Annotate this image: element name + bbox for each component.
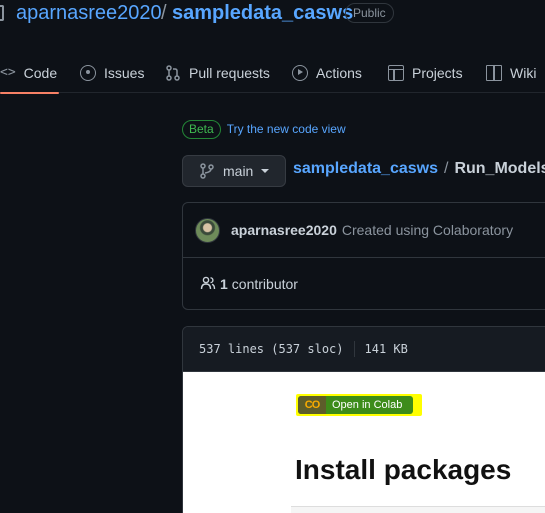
file-line-count: 537 lines (537 sloc) [199, 342, 344, 356]
repo-header: aparnasree2020 / sampledata_casws Public [0, 0, 545, 28]
notebook-heading: Install packages [295, 454, 512, 485]
people-icon [200, 275, 216, 294]
branch-select-button[interactable]: main [182, 155, 286, 187]
contributor-count: 1 [220, 276, 228, 292]
repo-name-link[interactable]: sampledata_casws [172, 2, 353, 25]
tab-wiki[interactable]: Wiki [486, 52, 536, 93]
repo-path-separator: / [161, 2, 167, 24]
code-icon: <> [0, 64, 16, 80]
repo-owner-link[interactable]: aparnasree2020 [16, 2, 162, 25]
open-in-colab-label: Open in Colab [332, 399, 403, 411]
book-icon [486, 64, 502, 81]
play-icon [292, 64, 308, 81]
breadcrumb-file-name: Run_Models_c [454, 160, 545, 177]
beta-badge: Beta [182, 119, 221, 139]
file-breadcrumb: sampledata_casws / Run_Models_c [293, 160, 545, 178]
file-viewer: 537 lines (537 sloc) 141 KB CO Open in C… [182, 326, 545, 513]
git-branch-icon [199, 163, 215, 179]
branch-name: main [223, 163, 254, 179]
try-new-code-view-link[interactable]: Try the new code view [227, 122, 346, 136]
file-info-bar: 537 lines (537 sloc) 141 KB [183, 327, 545, 372]
tab-code[interactable]: <> Code [0, 52, 60, 94]
file-info-divider [353, 341, 355, 357]
repo-nav-tabs: <> Code Issues Pull requests Actions Pro… [0, 52, 545, 94]
commit-row: aparnasree2020 Created using Colaborator… [183, 203, 545, 258]
pull-request-icon [165, 64, 181, 81]
commit-message[interactable]: Created using Colaboratory [342, 222, 513, 238]
tab-wiki-label: Wiki [510, 64, 537, 81]
tab-pull-requests[interactable]: Pull requests [165, 52, 270, 93]
colab-badge: CO Open in Colab [298, 396, 413, 414]
colab-logo-icon: CO [298, 396, 326, 414]
contributors-row[interactable]: 1 contributor [183, 258, 545, 310]
file-size: 141 KB [364, 342, 408, 356]
latest-commit-box: aparnasree2020 Created using Colaborator… [182, 202, 545, 310]
tab-code-label: Code [23, 64, 58, 81]
repo-icon [0, 5, 4, 21]
tab-projects-label: Projects [412, 64, 463, 81]
tab-actions-label: Actions [316, 64, 362, 81]
contributor-label: contributor [231, 276, 298, 292]
open-in-colab-button[interactable]: CO Open in Colab [296, 394, 422, 416]
table-icon [388, 64, 404, 81]
issue-icon [80, 64, 96, 81]
notebook-render: CO Open in Colab Install packages [183, 372, 545, 513]
tab-issues-label: Issues [104, 64, 145, 81]
tab-actions[interactable]: Actions [292, 52, 362, 93]
breadcrumb-repo-link[interactable]: sampledata_casws [293, 160, 438, 177]
breadcrumb-separator: / [443, 160, 449, 177]
tab-pull-requests-label: Pull requests [189, 64, 270, 81]
visibility-badge: Public [345, 3, 394, 23]
tab-issues[interactable]: Issues [80, 52, 144, 93]
commit-author-link[interactable]: aparnasree2020 [231, 222, 337, 238]
tab-projects[interactable]: Projects [388, 52, 463, 93]
chevron-down-icon [261, 169, 270, 173]
code-cell [291, 506, 545, 513]
beta-banner: Beta Try the new code view [182, 119, 346, 139]
avatar[interactable] [195, 217, 220, 243]
